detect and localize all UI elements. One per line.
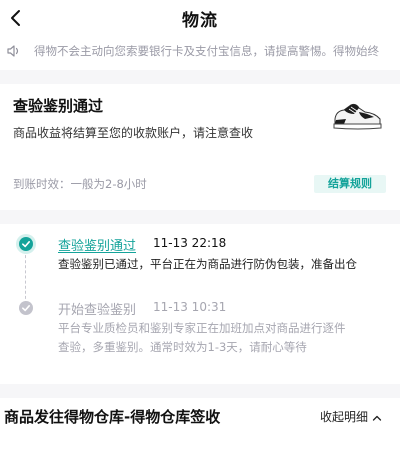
check-icon xyxy=(22,305,30,312)
arrival-time-text: 到账时效：一般为2-8小时 xyxy=(13,177,147,191)
timeline-dot xyxy=(19,301,33,315)
collapse-details-button[interactable]: 收起明细 xyxy=(320,408,383,425)
section-divider xyxy=(0,384,400,398)
status-title: 查验鉴别通过 xyxy=(13,97,104,115)
timeline-event-title[interactable]: 查验鉴别通过 xyxy=(58,235,136,254)
logistics-timeline: 查验鉴别通过 11-13 22:18 查验鉴别已通过，平台正在为商品进行防伪包装… xyxy=(0,224,400,384)
status-subtitle: 商品收益将结算至您的收款账户，请注意查收 xyxy=(13,126,254,140)
speaker-icon xyxy=(6,43,22,63)
nav-bar: 物流 xyxy=(0,0,400,36)
section-divider xyxy=(0,210,400,224)
settlement-rules-button[interactable]: 结算规则 xyxy=(314,175,386,193)
collapse-details-label: 收起明细 xyxy=(320,410,369,424)
notice-bar: 得物不会主动向您索要银行卡及支付宝信息，请提高警惕。得物始终 xyxy=(0,38,400,64)
shipment-section-header: 商品发往得物仓库-得物仓库签收 收起明细 xyxy=(0,398,400,450)
timeline-dot-active xyxy=(19,237,33,251)
timeline-event-desc: 平台专业质检员和鉴别专家正在加班加点对商品进行逐件查验，多重鉴别。通常时效为1-… xyxy=(58,321,346,354)
status-card: 查验鉴别通过 商品收益将结算至您的收款账户，请注意查收 到账时效：一般为2-8小… xyxy=(0,84,400,210)
timeline-event-time: 11-13 22:18 xyxy=(153,236,227,250)
section-title: 商品发往得物仓库-得物仓库签收 xyxy=(4,408,221,426)
sneaker-image xyxy=(332,98,384,138)
timeline-event-desc: 查验鉴别已通过，平台正在为商品进行防伪包装，准备出仓 xyxy=(58,257,357,271)
chevron-up-icon xyxy=(372,415,382,421)
page-title: 物流 xyxy=(182,11,218,31)
notice-text: 得物不会主动向您索要银行卡及支付宝信息，请提高警惕。得物始终 xyxy=(34,44,379,58)
section-divider xyxy=(0,70,400,84)
timeline-event-time: 11-13 10:31 xyxy=(153,300,227,314)
check-icon xyxy=(22,241,30,248)
timeline-connector xyxy=(25,250,26,304)
timeline-event-title: 开始查验鉴别 xyxy=(58,303,137,318)
